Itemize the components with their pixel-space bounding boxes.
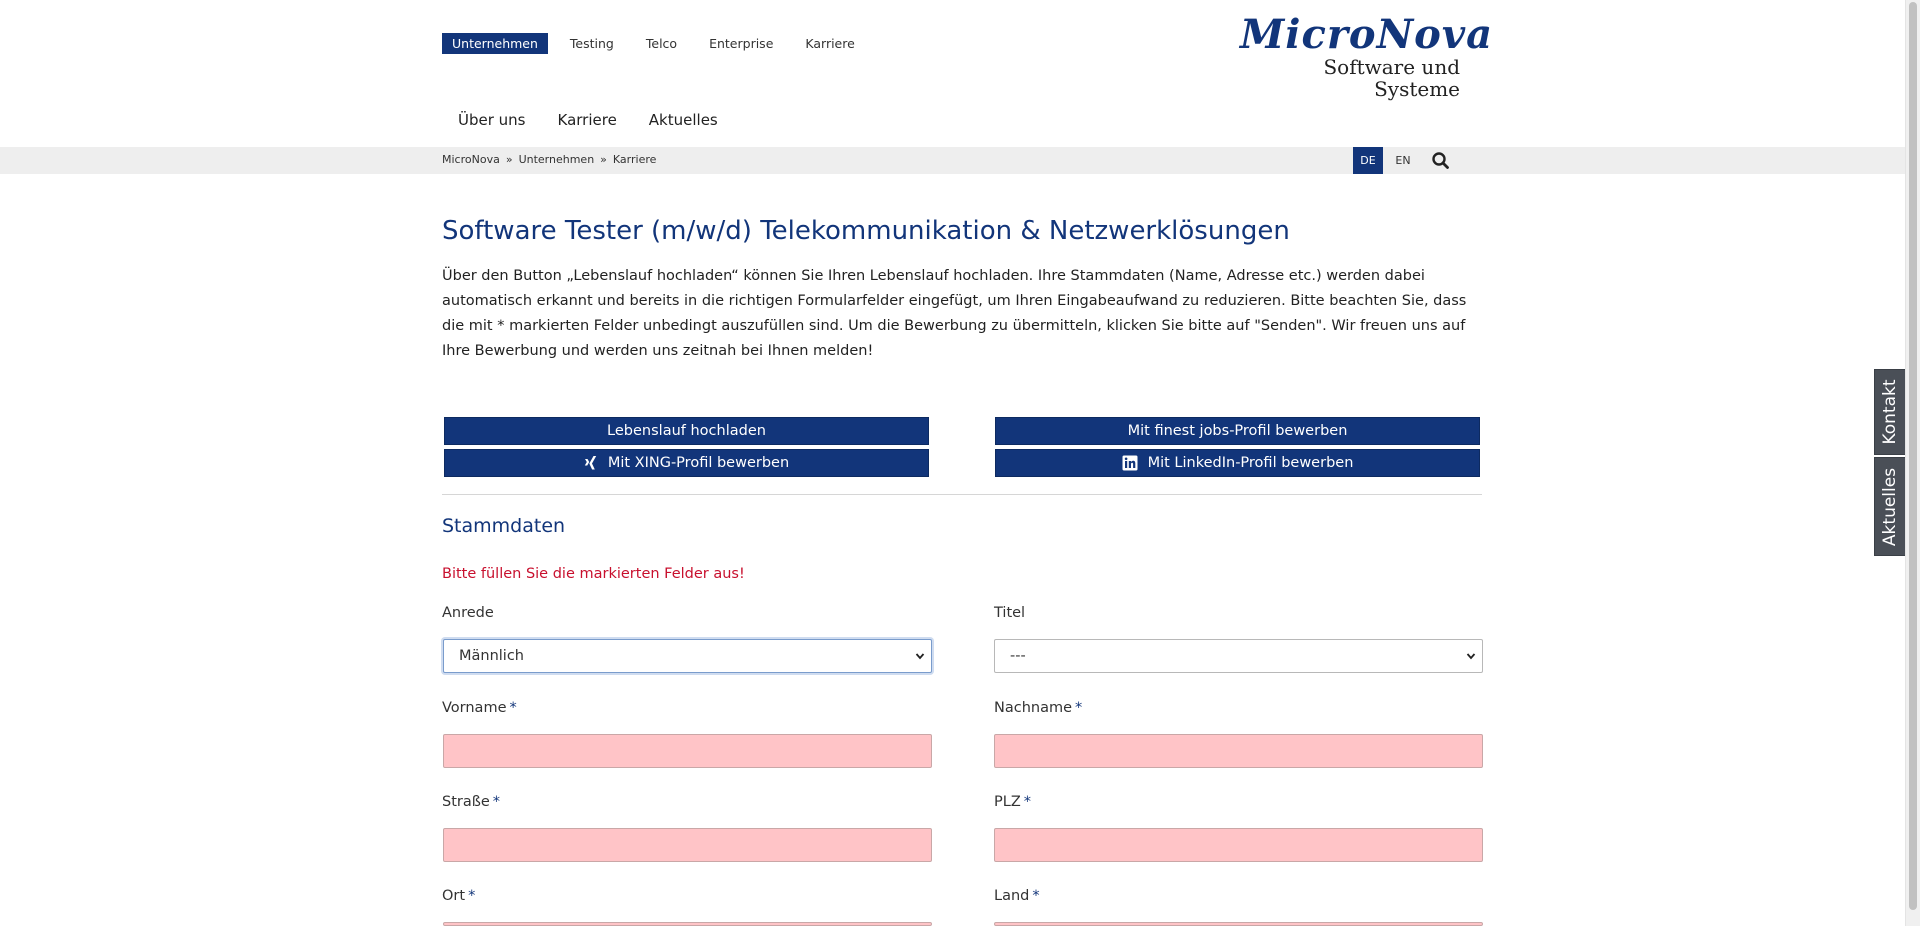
breadcrumb-separator: » [505, 153, 513, 166]
mainnav-item-ueber-uns[interactable]: Über uns [442, 107, 542, 133]
finest-jobs-button[interactable]: Mit finest jobs-Profil bewerben [995, 417, 1480, 445]
ort-label: Ort * [442, 888, 475, 904]
section-title-stammdaten: Stammdaten [442, 515, 566, 537]
intro-text: Über den Button „Lebenslauf hochladen“ k… [442, 268, 1467, 359]
nachname-label-text: Nachname [994, 700, 1073, 716]
topnav-item-enterprise[interactable]: Enterprise [699, 33, 783, 54]
vorname-input[interactable] [443, 734, 932, 768]
required-marker: * [1075, 700, 1083, 716]
side-tab-kontakt-label: Kontakt [1880, 379, 1900, 445]
xing-button[interactable]: Mit XING-Profil bewerben [444, 449, 929, 477]
form-error-message: Bitte füllen Sie die markierten Felder a… [442, 566, 745, 582]
strasse-label: Straße * [442, 794, 500, 810]
breadcrumb-item-unternehmen[interactable]: Unternehmen [519, 153, 595, 166]
breadcrumb-item-karriere[interactable]: Karriere [613, 153, 656, 166]
anrede-label-text: Anrede [442, 605, 494, 621]
nachname-input[interactable] [994, 734, 1483, 768]
titel-selected-value: --- [1010, 648, 1026, 664]
upload-cv-label: Lebenslauf hochladen [607, 423, 766, 439]
page-scrollbar[interactable] [1905, 0, 1920, 926]
linkedin-icon [1122, 455, 1138, 471]
titel-label: Titel [994, 605, 1025, 621]
topnav-item-karriere[interactable]: Karriere [795, 33, 864, 54]
required-marker: * [468, 888, 476, 904]
language-de-button[interactable]: DE [1353, 147, 1383, 174]
breadcrumb-bar: MicroNova » Unternehmen » Karriere DE EN [0, 147, 1906, 174]
breadcrumb: MicroNova » Unternehmen » Karriere [442, 153, 656, 166]
plz-label: PLZ * [994, 794, 1031, 810]
anrede-selected-value: Männlich [459, 648, 524, 664]
topnav-item-unternehmen[interactable]: Unternehmen [442, 33, 548, 54]
plz-input[interactable] [994, 828, 1483, 862]
breadcrumb-item-micronova[interactable]: MicroNova [442, 153, 500, 166]
breadcrumb-separator: » [600, 153, 607, 166]
side-tab-aktuelles[interactable]: Aktuelles [1874, 457, 1906, 556]
strasse-input[interactable] [443, 828, 932, 862]
titel-select[interactable]: --- [994, 639, 1483, 673]
section-divider [442, 494, 1482, 495]
linkedin-label: Mit LinkedIn-Profil bewerben [1147, 455, 1354, 471]
page-title: Software Tester (m/w/d) Telekommunikatio… [442, 216, 1290, 246]
logo-tagline: Software und Systeme [1323, 55, 1460, 101]
strasse-label-text: Straße [442, 794, 490, 810]
search-icon[interactable] [1431, 151, 1451, 171]
required-marker: * [492, 794, 501, 810]
side-tab-kontakt[interactable]: Kontakt [1874, 369, 1906, 455]
upload-cv-button[interactable]: Lebenslauf hochladen [444, 417, 929, 445]
mainnav-item-aktuelles[interactable]: Aktuelles [633, 107, 734, 133]
language-en-button[interactable]: EN [1388, 147, 1418, 174]
chevron-down-icon [915, 653, 925, 660]
linkedin-button[interactable]: Mit LinkedIn-Profil bewerben [995, 449, 1480, 477]
titel-label-text: Titel [994, 605, 1026, 621]
plz-label-text: PLZ [994, 794, 1021, 810]
xing-icon [584, 455, 598, 471]
vorname-label-text: Vorname [442, 700, 507, 716]
required-marker: * [1023, 794, 1032, 810]
mainnav-item-karriere[interactable]: Karriere [542, 107, 633, 133]
anrede-label: Anrede [442, 605, 494, 621]
nachname-label: Nachname * [994, 700, 1082, 716]
ort-input[interactable] [443, 922, 932, 926]
required-marker: * [509, 700, 517, 716]
required-marker: * [1032, 888, 1040, 904]
land-label-text: Land [994, 888, 1030, 904]
topnav-item-testing[interactable]: Testing [560, 33, 624, 54]
chevron-down-icon [1466, 653, 1476, 660]
side-tab-aktuelles-label: Aktuelles [1880, 467, 1900, 546]
land-label: Land * [994, 888, 1040, 904]
finest-jobs-label: Mit finest jobs-Profil bewerben [1127, 423, 1348, 439]
top-navigation: Unternehmen Testing Telco Enterprise Kar… [442, 33, 877, 54]
vorname-label: Vorname * [442, 700, 517, 716]
company-logo[interactable]: MicroNova Software und Systeme [1240, 11, 1493, 101]
topnav-item-telco[interactable]: Telco [636, 33, 687, 54]
xing-label: Mit XING-Profil bewerben [607, 455, 790, 471]
land-input[interactable] [994, 922, 1483, 926]
main-navigation: Über uns Karriere Aktuelles [442, 107, 734, 133]
anrede-select[interactable]: Männlich [443, 639, 932, 673]
ort-label-text: Ort [442, 888, 466, 904]
logo-wordmark: MicroNova [1240, 11, 1493, 58]
scrollbar-thumb[interactable] [1909, 2, 1917, 910]
